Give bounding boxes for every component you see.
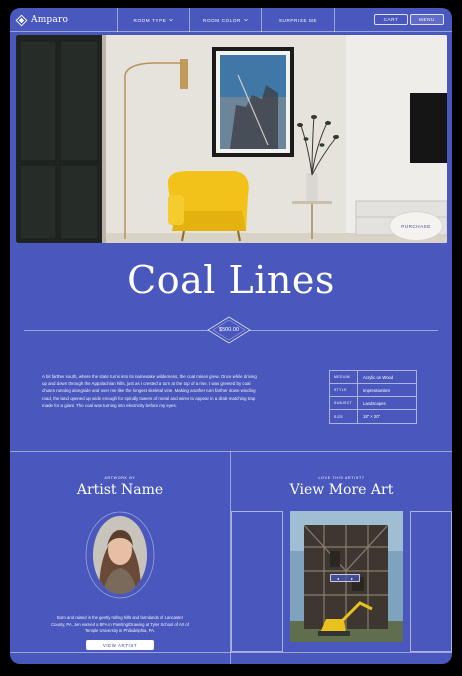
room-scene	[16, 35, 447, 243]
view-artist-label: VIEW ARTIST	[102, 642, 138, 648]
cart-button[interactable]: CART	[374, 14, 408, 25]
divider	[10, 652, 452, 653]
artwork-title: Coal Lines	[127, 258, 335, 302]
artwork-description: A bit farther south, where the state tur…	[42, 374, 257, 408]
room-color-dropdown[interactable]: ROOM COLOR	[189, 8, 261, 32]
spec-row: STYLE Impressionism	[330, 384, 416, 397]
divider	[10, 451, 452, 452]
arrow-right-icon[interactable]: ▸	[351, 576, 353, 581]
arrow-left-icon[interactable]: ◂	[337, 576, 339, 581]
specs-table: MEDIUM Acrylic on Wood STYLE Impressioni…	[329, 370, 417, 424]
spec-key: MEDIUM	[330, 371, 358, 383]
price-badge: $500.00	[207, 316, 251, 344]
spec-value: 18" × 20"	[363, 414, 381, 419]
carousel-prev-slot[interactable]	[231, 511, 283, 652]
artist-name: Artist Name	[76, 482, 164, 498]
artist-eyebrow: ARTWORK BY	[104, 476, 136, 480]
spec-key: STYLE	[330, 384, 358, 396]
spec-value: Landscapes	[363, 400, 386, 406]
spec-value: Impressionism	[363, 387, 390, 393]
artist-bio: Born and raised in the gently rolling hi…	[51, 615, 189, 634]
room-color-label: ROOM COLOR	[203, 17, 241, 23]
spec-row: SIZE 18" × 20"	[330, 410, 416, 423]
carousel-controls: ◂ ▸	[330, 574, 360, 582]
spec-row: MEDIUM Acrylic on Wood	[330, 371, 416, 384]
purchase-label: PURCHASE	[401, 223, 431, 229]
spec-value: Acrylic on Wood	[363, 374, 394, 380]
logo[interactable]: Amparo	[15, 13, 68, 27]
spec-row: SUBJECT Landscapes	[330, 397, 416, 410]
spec-key: SIZE	[330, 410, 358, 423]
logo-text: Amparo	[31, 15, 69, 25]
surprise-me-label: SURPRISE ME	[278, 17, 318, 23]
more-eyebrow: LOVE THIS ARTIST?	[318, 476, 365, 480]
surprise-me-link[interactable]: SURPRISE ME	[261, 8, 335, 32]
purchase-button[interactable]: PURCHASE	[389, 211, 443, 241]
chevron-down-icon	[244, 18, 248, 22]
top-nav: Amparo ROOM TYPE ROOM COLOR SURPRISE ME …	[10, 8, 452, 32]
menu-label: MENU	[419, 17, 435, 22]
page-frame: Amparo ROOM TYPE ROOM COLOR SURPRISE ME …	[10, 8, 452, 664]
room-type-dropdown[interactable]: ROOM TYPE	[117, 8, 189, 32]
logo-icon	[15, 14, 28, 26]
artist-portrait	[93, 516, 147, 594]
more-title: View More Art	[289, 482, 394, 498]
room-type-label: ROOM TYPE	[133, 17, 167, 23]
view-artist-button[interactable]: VIEW ARTIST	[86, 640, 154, 650]
menu-button[interactable]: MENU	[410, 14, 444, 25]
carousel-next-slot[interactable]	[410, 511, 452, 652]
hero-room-image: PURCHASE	[16, 35, 447, 243]
cart-label: CART	[383, 17, 399, 22]
price-value: $500.00	[219, 327, 239, 333]
chevron-down-icon	[169, 18, 174, 22]
spec-key: SUBJECT	[330, 397, 358, 409]
